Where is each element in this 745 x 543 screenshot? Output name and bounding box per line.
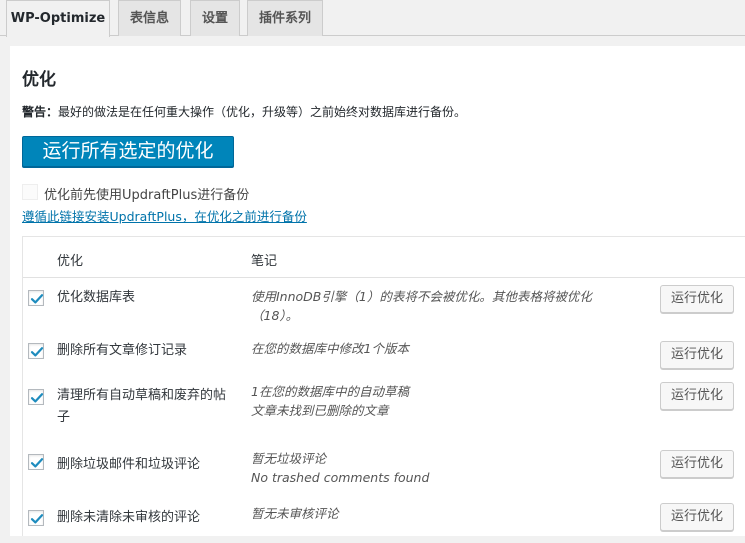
- note-line: （18）。: [251, 308, 299, 323]
- tab-settings[interactable]: 设置: [190, 0, 240, 36]
- row-name: 删除未清除未审核的评论: [57, 510, 201, 525]
- row-name: 删除所有文章修订记录: [57, 343, 188, 358]
- table-row: 删除未清除未审核的评论 暂无未审核评论 运行优化: [23, 499, 745, 543]
- install-updraftplus-link[interactable]: 遵循此链接安装UpdraftPlus，在优化之前进行备份: [22, 206, 307, 225]
- note-line: 暂无未审核评论: [251, 506, 339, 521]
- note-line: 使用InnoDB引擎（1）的表将不会被优化。其他表格将被优化: [251, 289, 592, 304]
- table-row: 优化数据库表 使用InnoDB引擎（1）的表将不会被优化。其他表格将被优化 （1…: [23, 279, 745, 331]
- backup-checkbox[interactable]: [22, 184, 38, 200]
- run-optimization-button[interactable]: 运行优化: [660, 382, 734, 410]
- backup-warning: 警告：最好的做法是在任何重大操作（优化，升级等）之前始终对数据库进行备份。: [22, 103, 466, 120]
- row-note: 暂无垃圾评论 No trashed comments found: [251, 449, 621, 487]
- row-note: 在您的数据库中修改1个版本: [251, 339, 621, 358]
- delete-spam-checkbox[interactable]: [28, 454, 44, 470]
- run-optimization-button[interactable]: 运行优化: [660, 341, 734, 369]
- warning-prefix: 警告：: [22, 105, 59, 119]
- clean-drafts-checkbox[interactable]: [28, 389, 44, 405]
- checkmark-icon: [30, 294, 44, 304]
- checkmark-icon: [30, 393, 44, 403]
- row-name: 清理所有自动草稿和废弃的帖子: [57, 388, 227, 425]
- backup-checkbox-label: 优化前先使用UpdraftPlus进行备份: [44, 188, 250, 203]
- delete-revisions-checkbox[interactable]: [28, 343, 44, 359]
- table-header: 优化 笔记: [23, 237, 745, 278]
- tab-plugin-family[interactable]: 插件系列: [247, 0, 323, 36]
- header-optimization: 优化: [57, 254, 84, 269]
- run-optimization-button[interactable]: 运行优化: [660, 450, 734, 478]
- tab-wp-optimize[interactable]: WP-Optimize: [6, 0, 110, 37]
- row-note: 1在您的数据库中的自动草稿 文章未找到已删除的文章: [251, 382, 621, 420]
- checkmark-icon: [30, 514, 44, 524]
- tab-table-info[interactable]: 表信息: [118, 0, 181, 36]
- table-row: 删除垃圾邮件和垃圾评论 暂无垃圾评论 No trashed comments f…: [23, 443, 745, 499]
- warning-text: 最好的做法是在任何重大操作（优化，升级等）之前始终对数据库进行备份。: [58, 105, 467, 119]
- run-optimization-button[interactable]: 运行优化: [660, 285, 734, 313]
- note-line: 暂无垃圾评论: [251, 451, 327, 466]
- table-row: 删除所有文章修订记录 在您的数据库中修改1个版本 运行优化: [23, 331, 745, 375]
- note-line: 在您的数据库中修改1个版本: [251, 341, 409, 356]
- checkmark-icon: [30, 347, 44, 357]
- delete-unapproved-checkbox[interactable]: [28, 510, 44, 526]
- note-line: 1在您的数据库中的自动草稿: [251, 384, 409, 399]
- note-line: No trashed comments found: [251, 470, 430, 485]
- page-title: 优化: [22, 70, 56, 90]
- header-notes: 笔记: [251, 254, 278, 269]
- run-optimization-button[interactable]: 运行优化: [660, 503, 734, 531]
- optimizations-table: 优化 笔记 优化数据库表 使用InnoDB引擎（1）的表将不会被优化。其他表格将…: [22, 236, 745, 536]
- row-note: 使用InnoDB引擎（1）的表将不会被优化。其他表格将被优化 （18）。: [251, 287, 621, 325]
- run-all-selected-button[interactable]: 运行所有选定的优化: [22, 136, 234, 167]
- table-row: 清理所有自动草稿和废弃的帖子 1在您的数据库中的自动草稿 文章未找到已删除的文章…: [23, 375, 745, 443]
- checkmark-icon: [30, 458, 44, 468]
- note-line: 文章未找到已删除的文章: [251, 403, 389, 418]
- optimize-panel: 优化 警告：最好的做法是在任何重大操作（优化，升级等）之前始终对数据库进行备份。…: [10, 46, 745, 536]
- optimize-tables-checkbox[interactable]: [28, 290, 44, 306]
- nav-tab-bar: WP-Optimize 表信息 设置 插件系列: [0, 0, 745, 37]
- row-name: 删除垃圾邮件和垃圾评论: [57, 457, 201, 472]
- row-note: 暂无未审核评论: [251, 504, 621, 523]
- row-name: 优化数据库表: [57, 290, 136, 305]
